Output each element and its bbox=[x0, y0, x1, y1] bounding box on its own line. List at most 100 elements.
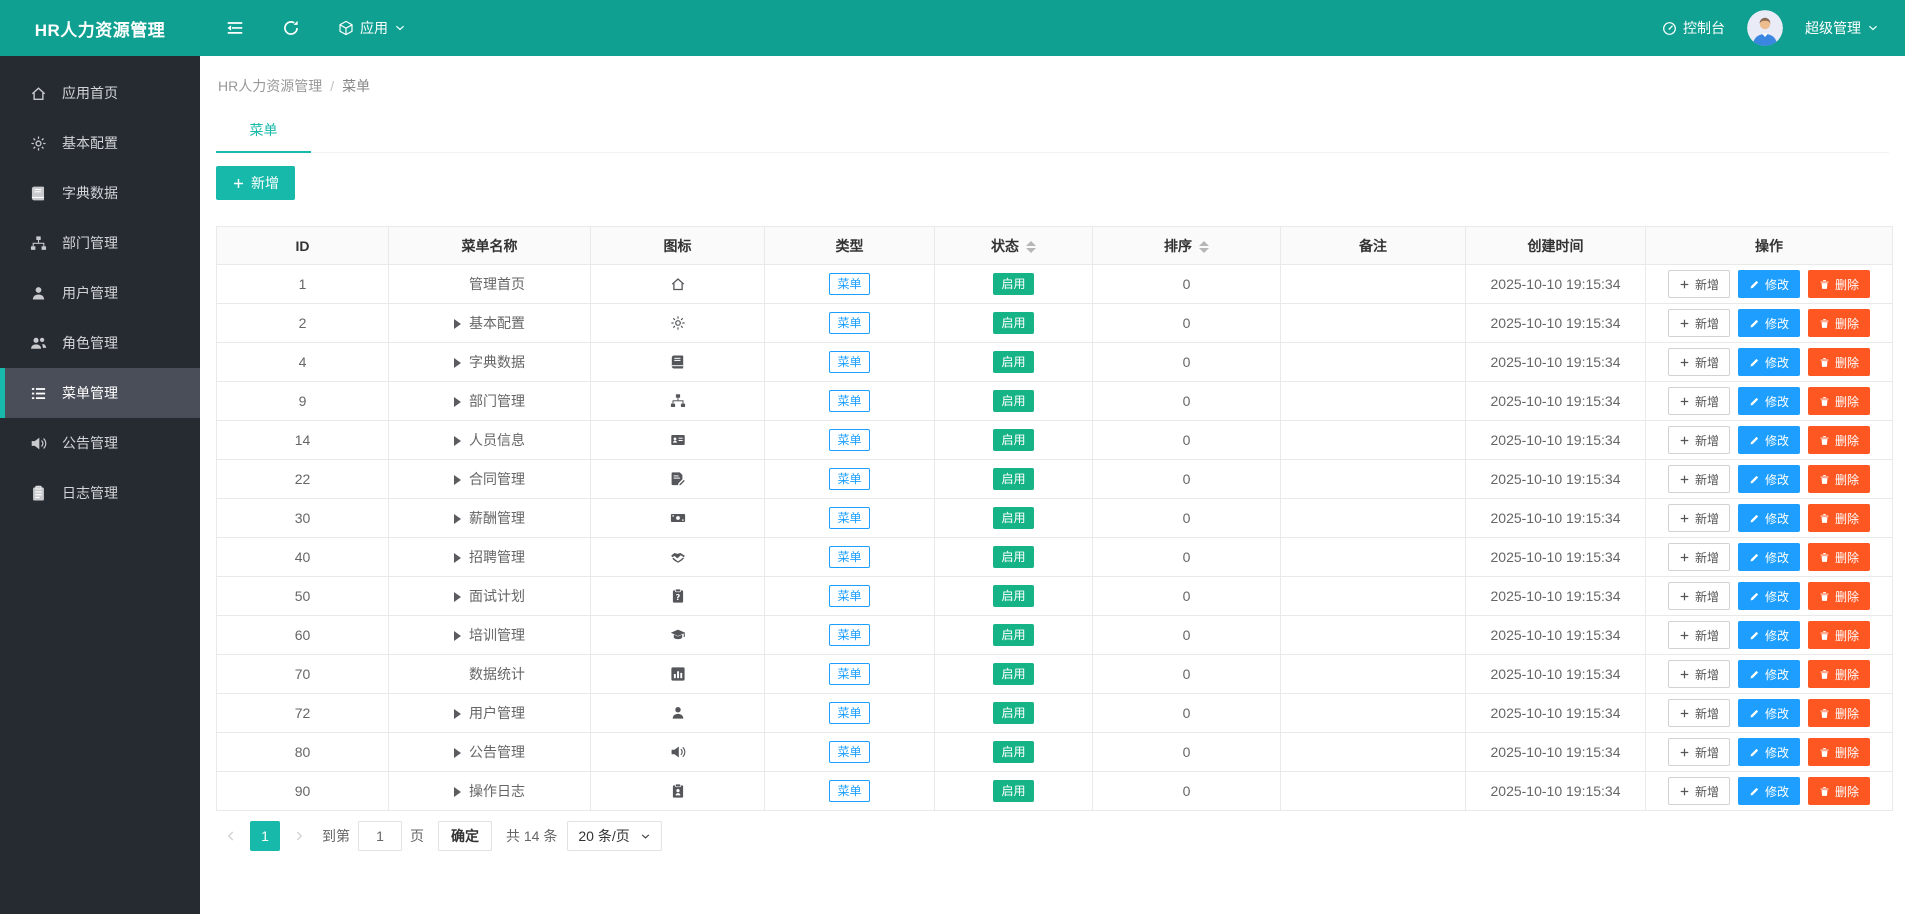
row-edit-button[interactable]: 修改 bbox=[1738, 426, 1800, 454]
sidebar-item-sitemap[interactable]: 部门管理 bbox=[0, 218, 200, 268]
row-delete-button[interactable]: 删除 bbox=[1808, 270, 1870, 298]
expand-arrow-icon[interactable] bbox=[454, 319, 461, 329]
row-edit-button[interactable]: 修改 bbox=[1738, 699, 1800, 727]
row-delete-button[interactable]: 删除 bbox=[1808, 309, 1870, 337]
row-add-button[interactable]: 新增 bbox=[1668, 699, 1730, 727]
refresh-icon[interactable] bbox=[282, 19, 300, 37]
tab-menu[interactable]: 菜单 bbox=[216, 110, 311, 152]
expand-arrow-icon[interactable] bbox=[454, 397, 461, 407]
sidebar-item-home[interactable]: 应用首页 bbox=[0, 68, 200, 118]
cell-status: 启用 bbox=[935, 733, 1093, 772]
expand-arrow-icon[interactable] bbox=[454, 514, 461, 524]
row-delete-button[interactable]: 删除 bbox=[1808, 426, 1870, 454]
confirm-page-button[interactable]: 确定 bbox=[438, 821, 492, 851]
status-badge: 启用 bbox=[993, 507, 1033, 529]
expand-arrow-icon[interactable] bbox=[454, 709, 461, 719]
sidebar-toggle-icon[interactable] bbox=[226, 19, 244, 37]
row-add-button[interactable]: 新增 bbox=[1668, 543, 1730, 571]
row-edit-button[interactable]: 修改 bbox=[1738, 504, 1800, 532]
row-add-button[interactable]: 新增 bbox=[1668, 504, 1730, 532]
column-header[interactable]: 排序 bbox=[1093, 227, 1281, 265]
breadcrumb-root[interactable]: HR人力资源管理 bbox=[218, 78, 322, 94]
trash-icon bbox=[1819, 669, 1830, 680]
pencil-icon bbox=[1749, 474, 1760, 485]
expand-arrow-icon[interactable] bbox=[454, 631, 461, 641]
row-edit-button[interactable]: 修改 bbox=[1738, 387, 1800, 415]
row-edit-button[interactable]: 修改 bbox=[1738, 582, 1800, 610]
row-add-button[interactable]: 新增 bbox=[1668, 582, 1730, 610]
plus-icon bbox=[1679, 591, 1690, 602]
row-delete-button[interactable]: 删除 bbox=[1808, 348, 1870, 376]
row-delete-button[interactable]: 删除 bbox=[1808, 660, 1870, 688]
cell-name: 操作日志 bbox=[389, 772, 591, 811]
row-add-button[interactable]: 新增 bbox=[1668, 387, 1730, 415]
page-size-select[interactable]: 20 条/页 bbox=[567, 821, 661, 851]
app-menu[interactable]: 应用 bbox=[338, 18, 406, 38]
row-delete-button[interactable]: 删除 bbox=[1808, 777, 1870, 805]
row-add-button[interactable]: 新增 bbox=[1668, 738, 1730, 766]
expand-arrow-icon[interactable] bbox=[454, 475, 461, 485]
row-edit-button[interactable]: 修改 bbox=[1738, 543, 1800, 571]
row-edit-button[interactable]: 修改 bbox=[1738, 777, 1800, 805]
type-badge: 菜单 bbox=[829, 351, 869, 373]
sort-carets-icon[interactable] bbox=[1026, 241, 1036, 253]
trash-icon bbox=[1819, 435, 1830, 446]
row-delete-button[interactable]: 删除 bbox=[1808, 543, 1870, 571]
sidebar-item-label: 字典数据 bbox=[62, 183, 118, 203]
sidebar-item-gear[interactable]: 基本配置 bbox=[0, 118, 200, 168]
home-icon bbox=[670, 276, 686, 292]
row-delete-button[interactable]: 删除 bbox=[1808, 699, 1870, 727]
row-edit-button[interactable]: 修改 bbox=[1738, 621, 1800, 649]
row-edit-button[interactable]: 修改 bbox=[1738, 309, 1800, 337]
row-delete-button[interactable]: 删除 bbox=[1808, 738, 1870, 766]
expand-arrow-icon[interactable] bbox=[454, 748, 461, 758]
expand-arrow-icon[interactable] bbox=[454, 787, 461, 797]
prev-page-button[interactable] bbox=[216, 821, 246, 851]
expand-arrow-icon[interactable] bbox=[454, 553, 461, 563]
row-add-button[interactable]: 新增 bbox=[1668, 426, 1730, 454]
row-add-button[interactable]: 新增 bbox=[1668, 777, 1730, 805]
sidebar-item-speaker[interactable]: 公告管理 bbox=[0, 418, 200, 468]
tab-menu-label: 菜单 bbox=[250, 122, 278, 138]
sidebar-item-label: 部门管理 bbox=[62, 233, 118, 253]
row-delete-button[interactable]: 删除 bbox=[1808, 465, 1870, 493]
row-delete-button[interactable]: 删除 bbox=[1808, 387, 1870, 415]
row-edit-button[interactable]: 修改 bbox=[1738, 738, 1800, 766]
current-page-button[interactable]: 1 bbox=[250, 821, 280, 851]
avatar[interactable] bbox=[1747, 10, 1783, 46]
plus-icon bbox=[232, 177, 245, 190]
row-add-button[interactable]: 新增 bbox=[1668, 465, 1730, 493]
user-menu[interactable]: 超级管理 bbox=[1805, 18, 1879, 38]
sidebar-item-users[interactable]: 角色管理 bbox=[0, 318, 200, 368]
sidebar-item-clipboard[interactable]: 日志管理 bbox=[0, 468, 200, 518]
add-button[interactable]: 新增 bbox=[216, 166, 295, 200]
expand-arrow-icon[interactable] bbox=[454, 592, 461, 602]
expand-arrow-icon[interactable] bbox=[454, 358, 461, 368]
row-edit-button[interactable]: 修改 bbox=[1738, 465, 1800, 493]
row-add-button[interactable]: 新增 bbox=[1668, 348, 1730, 376]
expand-arrow-icon[interactable] bbox=[454, 436, 461, 446]
row-delete-button[interactable]: 删除 bbox=[1808, 621, 1870, 649]
row-edit-button[interactable]: 修改 bbox=[1738, 270, 1800, 298]
sidebar-item-list[interactable]: 菜单管理 bbox=[0, 368, 200, 418]
cell-name: 字典数据 bbox=[389, 343, 591, 382]
sort-carets-icon[interactable] bbox=[1199, 241, 1209, 253]
table-row: 80 公告管理 菜单 启用 0 2025-10-10 19:15:34 新增修改… bbox=[217, 733, 1893, 772]
user-icon bbox=[670, 705, 686, 721]
page-number-input[interactable] bbox=[358, 821, 402, 851]
row-delete-button[interactable]: 删除 bbox=[1808, 504, 1870, 532]
row-add-button[interactable]: 新增 bbox=[1668, 660, 1730, 688]
row-add-button[interactable]: 新增 bbox=[1668, 309, 1730, 337]
sidebar-item-book[interactable]: 字典数据 bbox=[0, 168, 200, 218]
menu-name: 字典数据 bbox=[469, 354, 525, 370]
console-link[interactable]: 控制台 bbox=[1662, 18, 1725, 38]
cell-id: 50 bbox=[217, 577, 389, 616]
next-page-button[interactable] bbox=[284, 821, 314, 851]
row-add-button[interactable]: 新增 bbox=[1668, 621, 1730, 649]
row-edit-button[interactable]: 修改 bbox=[1738, 660, 1800, 688]
row-add-button[interactable]: 新增 bbox=[1668, 270, 1730, 298]
column-header[interactable]: 状态 bbox=[935, 227, 1093, 265]
row-delete-button[interactable]: 删除 bbox=[1808, 582, 1870, 610]
sidebar-item-user[interactable]: 用户管理 bbox=[0, 268, 200, 318]
row-edit-button[interactable]: 修改 bbox=[1738, 348, 1800, 376]
